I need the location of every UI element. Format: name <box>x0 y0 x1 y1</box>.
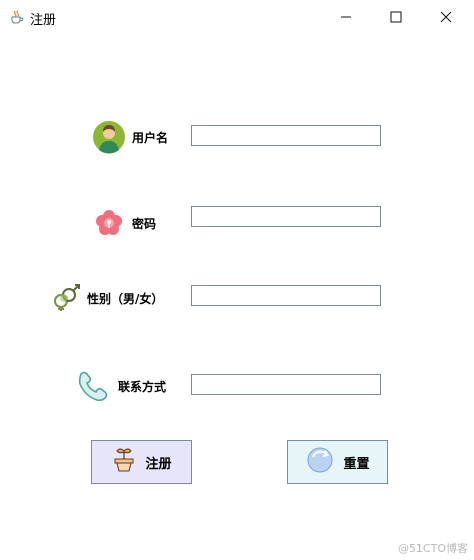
window-title: 注册 <box>30 13 57 28</box>
user-avatar-icon <box>92 120 126 158</box>
close-button[interactable] <box>423 0 469 34</box>
minimize-icon <box>340 8 352 27</box>
flower-icon <box>95 209 123 241</box>
flowerpot-icon <box>111 447 137 477</box>
phone-icon <box>77 370 111 406</box>
gender-field[interactable] <box>191 285 381 306</box>
password-field[interactable] <box>191 206 381 227</box>
register-button[interactable]: 注册 <box>91 440 192 484</box>
maximize-icon <box>390 8 402 27</box>
username-label: 用户名 <box>132 131 169 145</box>
watermark: @51CTO博客 <box>397 542 468 555</box>
maximize-button[interactable] <box>373 0 419 34</box>
java-coffee-icon <box>9 9 24 24</box>
title-bar: 注册 <box>0 0 474 34</box>
gender-label: 性别（男/女） <box>87 292 164 306</box>
reset-button-label: 重置 <box>343 456 370 472</box>
reset-button[interactable]: 重置 <box>287 440 388 484</box>
minimize-button[interactable] <box>323 0 369 34</box>
register-button-label: 注册 <box>145 456 172 472</box>
password-label: 密码 <box>132 217 157 231</box>
contact-field[interactable] <box>191 374 381 395</box>
gender-symbols-icon <box>52 284 82 316</box>
refresh-icon <box>305 445 335 479</box>
close-icon <box>440 8 452 27</box>
contact-label: 联系方式 <box>118 380 167 394</box>
username-field[interactable] <box>191 125 381 146</box>
